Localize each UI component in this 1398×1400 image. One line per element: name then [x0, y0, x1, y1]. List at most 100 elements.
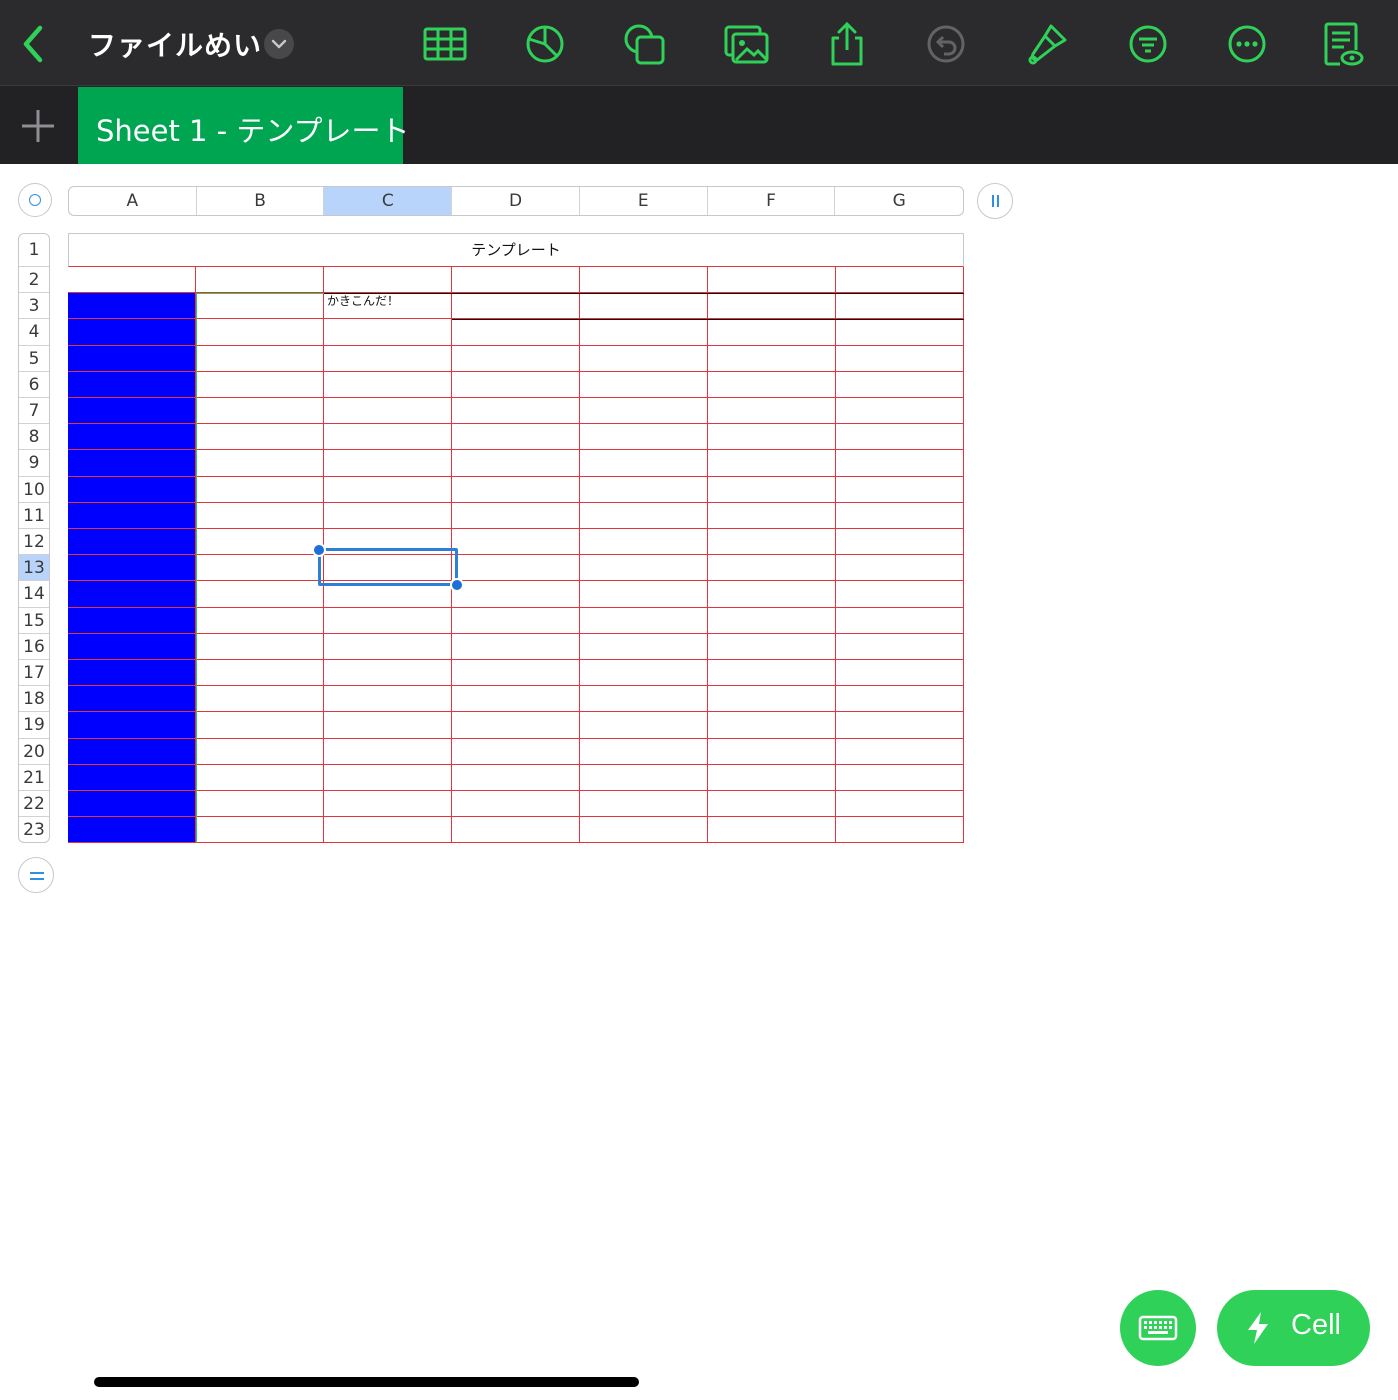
cell-b17[interactable]	[196, 660, 324, 687]
cell-a5[interactable]	[68, 345, 196, 372]
cell-e19[interactable]	[580, 712, 708, 739]
cell-e16[interactable]	[580, 633, 708, 660]
cell-a6[interactable]	[68, 371, 196, 398]
cell-d20[interactable]	[452, 738, 580, 765]
cell-b7[interactable]	[196, 398, 324, 425]
cell-g15[interactable]	[836, 607, 964, 634]
cell-e6[interactable]	[580, 371, 708, 398]
cell-a23[interactable]	[68, 817, 196, 844]
cell-a16[interactable]	[68, 633, 196, 660]
cell-d4[interactable]	[452, 319, 580, 346]
cell-e21[interactable]	[580, 764, 708, 791]
row-header-14[interactable]: 14	[19, 581, 49, 608]
cell-a2[interactable]	[68, 267, 196, 294]
cell-f6[interactable]	[708, 371, 836, 398]
cell-d23[interactable]	[452, 817, 580, 844]
cell-f23[interactable]	[708, 817, 836, 844]
cell-b3[interactable]	[196, 293, 324, 320]
cell-d18[interactable]	[452, 686, 580, 713]
cell-d3[interactable]	[452, 293, 580, 320]
cell-f22[interactable]	[708, 791, 836, 818]
cell-g6[interactable]	[836, 371, 964, 398]
add-column-handle[interactable]	[977, 183, 1013, 219]
cell-e3[interactable]	[580, 293, 708, 320]
row-header-1[interactable]: 1	[19, 234, 49, 267]
cell-c19[interactable]	[324, 712, 452, 739]
cell-d21[interactable]	[452, 764, 580, 791]
cell-d7[interactable]	[452, 398, 580, 425]
cell-b16[interactable]	[196, 633, 324, 660]
cell-b15[interactable]	[196, 607, 324, 634]
cell-b4[interactable]	[196, 319, 324, 346]
cell-g12[interactable]	[836, 529, 964, 556]
cell-e20[interactable]	[580, 738, 708, 765]
cell-g10[interactable]	[836, 476, 964, 503]
cell-a14[interactable]	[68, 581, 196, 608]
cell-g21[interactable]	[836, 764, 964, 791]
table-title[interactable]: テンプレート	[68, 233, 964, 267]
cell-g20[interactable]	[836, 738, 964, 765]
cell-b18[interactable]	[196, 686, 324, 713]
title-menu-button[interactable]	[264, 29, 294, 59]
cell-c10[interactable]	[324, 476, 452, 503]
tab-sheet-1[interactable]: Sheet 1 - テンプレート	[78, 87, 410, 164]
cell-b23[interactable]	[196, 817, 324, 844]
cell-e11[interactable]	[580, 502, 708, 529]
cell-g19[interactable]	[836, 712, 964, 739]
cell-a17[interactable]	[68, 660, 196, 687]
cell-g22[interactable]	[836, 791, 964, 818]
cell-g17[interactable]	[836, 660, 964, 687]
cell-b11[interactable]	[196, 502, 324, 529]
cell-b9[interactable]	[196, 450, 324, 477]
cell-b2[interactable]	[196, 267, 324, 294]
view-options-button[interactable]	[1318, 20, 1366, 68]
cell-c5[interactable]	[324, 345, 452, 372]
row-header-13[interactable]: 13	[19, 555, 49, 582]
cell-c8[interactable]	[324, 424, 452, 451]
cell-d17[interactable]	[452, 660, 580, 687]
organize-button[interactable]	[1124, 20, 1172, 68]
cell-e12[interactable]	[580, 529, 708, 556]
cell-a12[interactable]	[68, 529, 196, 556]
cell-d10[interactable]	[452, 476, 580, 503]
cell-d19[interactable]	[452, 712, 580, 739]
select-table-button[interactable]	[18, 183, 52, 217]
cell-b8[interactable]	[196, 424, 324, 451]
row-header-9[interactable]: 9	[19, 450, 49, 477]
cell-c22[interactable]	[324, 791, 452, 818]
cell-d6[interactable]	[452, 371, 580, 398]
cell-f17[interactable]	[708, 660, 836, 687]
cell-f21[interactable]	[708, 764, 836, 791]
cell-a21[interactable]	[68, 764, 196, 791]
cell-f2[interactable]	[708, 267, 836, 294]
cell-f18[interactable]	[708, 686, 836, 713]
cell-c16[interactable]	[324, 633, 452, 660]
cell-d9[interactable]	[452, 450, 580, 477]
cell-g13[interactable]	[836, 555, 964, 582]
cell-e7[interactable]	[580, 398, 708, 425]
cell-g3[interactable]	[836, 293, 964, 320]
cell-e8[interactable]	[580, 424, 708, 451]
cell-f15[interactable]	[708, 607, 836, 634]
cell-f11[interactable]	[708, 502, 836, 529]
cell-e5[interactable]	[580, 345, 708, 372]
cell-e2[interactable]	[580, 267, 708, 294]
cell-g9[interactable]	[836, 450, 964, 477]
cell-g11[interactable]	[836, 502, 964, 529]
cell-e10[interactable]	[580, 476, 708, 503]
table-button[interactable]	[421, 20, 469, 68]
cell-c20[interactable]	[324, 738, 452, 765]
cell-action-button[interactable]: Cell	[1217, 1290, 1370, 1366]
cell-a11[interactable]	[68, 502, 196, 529]
cell-c23[interactable]	[324, 817, 452, 844]
row-header-4[interactable]: 4	[19, 319, 49, 346]
chart-button[interactable]	[521, 20, 569, 68]
row-header-16[interactable]: 16	[19, 634, 49, 660]
cell-c2[interactable]	[324, 267, 452, 294]
cell-d8[interactable]	[452, 424, 580, 451]
row-header-12[interactable]: 12	[19, 529, 49, 556]
cell-g16[interactable]	[836, 633, 964, 660]
column-header-g[interactable]: G	[835, 187, 963, 215]
row-header-15[interactable]: 15	[19, 608, 49, 634]
back-button[interactable]	[16, 22, 52, 66]
